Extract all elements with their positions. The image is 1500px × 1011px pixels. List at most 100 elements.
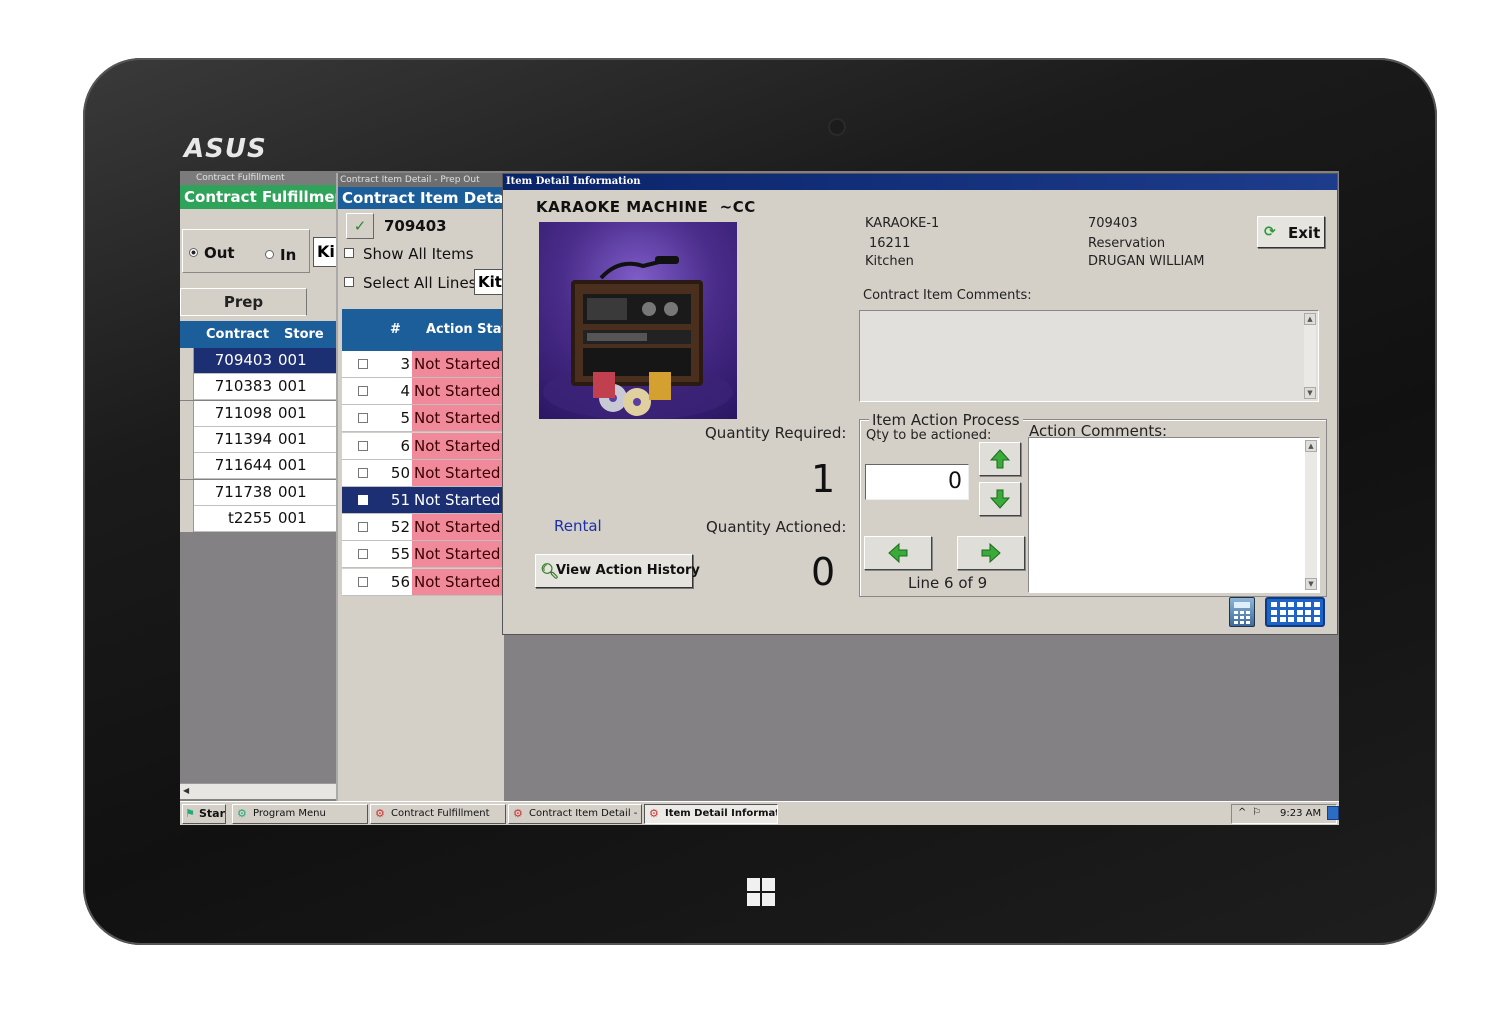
table-row[interactable]: t2255 001	[180, 505, 338, 532]
row-checkbox[interactable]	[358, 522, 368, 533]
line-number-cell: 4	[400, 382, 410, 401]
contract-item-detail-window: Contract Item Detail - Prep Out Contract…	[336, 173, 525, 801]
row-selector[interactable]	[180, 348, 194, 374]
table-row[interactable]: 709403 001	[180, 348, 338, 374]
contract-cell: 710383	[214, 377, 272, 396]
window-title: Item Detail Information	[503, 174, 1337, 190]
row-checkbox[interactable]	[358, 359, 368, 369]
windows-button-icon[interactable]	[747, 878, 775, 906]
row-checkbox[interactable]	[358, 576, 368, 587]
row-selector[interactable]	[180, 426, 194, 453]
qty-to-be-actioned-input[interactable]: 0	[865, 464, 969, 500]
quantity-required-label: Quantity Required:	[705, 424, 847, 442]
action-center-flag-icon[interactable]: ⚐	[1252, 807, 1261, 818]
key-shape	[1313, 602, 1320, 607]
action-comments-field[interactable]: ▲ ▼	[1028, 437, 1320, 593]
table-row[interactable]: 3 Not Started	[342, 351, 506, 378]
contract-cell: 711644	[214, 456, 272, 475]
clock[interactable]: 9:23 AM	[1280, 808, 1321, 819]
location-select[interactable]: Ki	[313, 237, 338, 267]
table-row[interactable]: 711394 001	[180, 426, 338, 453]
contract-number: 709403	[1088, 216, 1138, 231]
row-selector[interactable]	[180, 505, 194, 532]
select-all-lines-checkbox[interactable]: Select All Lines	[344, 274, 476, 292]
item-action-process-label: Item Action Process	[869, 411, 1023, 429]
radio-in[interactable]: In	[265, 246, 296, 264]
grid-header: Contract Store	[180, 321, 338, 348]
increase-qty-button[interactable]	[979, 442, 1021, 476]
table-row[interactable]: 4 Not Started	[342, 378, 506, 406]
contract-item-comments-field[interactable]: ▲ ▼	[859, 310, 1319, 402]
decrease-qty-button[interactable]	[979, 482, 1021, 516]
table-row[interactable]: 52 Not Started	[342, 514, 506, 542]
row-checkbox[interactable]	[358, 440, 368, 451]
window-title: Contract Item Detail - Prep Out	[338, 173, 504, 187]
start-button[interactable]: ⚑ Start	[182, 804, 226, 824]
row-checkbox[interactable]	[358, 413, 368, 424]
column-header[interactable]: Contract	[206, 327, 269, 342]
taskbar-item-contract-fulfillment[interactable]: ⚙ Contract Fulfillment	[370, 804, 506, 824]
app-icon: ⚙	[375, 807, 385, 820]
row-checkbox[interactable]	[358, 467, 368, 478]
taskbar-item-contract-item-detail[interactable]: ⚙Contract Item Detail - Pr...	[508, 804, 642, 824]
contract-fulfillment-window: Contract Fulfillment Contract Fulfillmen…	[180, 171, 338, 799]
action-status-cell: Not Started	[412, 351, 506, 377]
column-header[interactable]: Store	[284, 327, 324, 342]
item-photo	[539, 222, 737, 419]
horizontal-scrollbar[interactable]: ◀	[180, 783, 338, 799]
items-grid: # Action Status 3 Not Started 4 Not Started…	[342, 309, 525, 596]
show-hidden-icons-icon[interactable]: ^	[1238, 807, 1246, 818]
table-row[interactable]: 711098 001	[180, 400, 338, 427]
calculator-icon[interactable]	[1229, 597, 1255, 627]
key-shape	[1271, 609, 1277, 615]
checklist-button[interactable]: ✓	[346, 213, 374, 239]
column-header[interactable]: #	[390, 322, 401, 337]
row-checkbox[interactable]	[358, 495, 368, 505]
previous-line-button[interactable]	[864, 536, 932, 570]
key-shape	[1296, 602, 1303, 607]
next-line-button[interactable]	[957, 536, 1025, 570]
app-icon: ⚙	[513, 807, 523, 820]
key-shape	[1271, 617, 1277, 622]
store-cell: 001	[278, 508, 307, 527]
row-selector[interactable]	[180, 453, 194, 480]
table-row[interactable]: 711644 001	[180, 453, 338, 480]
line-number-cell: 50	[390, 463, 410, 482]
line-number-cell: 3	[400, 355, 410, 373]
keyboard-icon[interactable]	[1265, 597, 1325, 627]
store-cell: 001	[278, 377, 307, 396]
table-row[interactable]: 51 Not Started	[342, 487, 506, 514]
action-status-cell: Not Started	[412, 514, 506, 541]
table-row[interactable]: 50 Not Started	[342, 459, 506, 487]
contract-type: Reservation	[1088, 236, 1166, 251]
table-row[interactable]: 5 Not Started	[342, 405, 506, 433]
row-checkbox[interactable]	[358, 549, 368, 560]
table-row[interactable]: 710383 001	[180, 374, 338, 401]
contract-cell: t2255	[227, 508, 272, 527]
show-all-items-checkbox[interactable]: Show All Items	[344, 245, 474, 263]
table-row[interactable]: 6 Not Started	[342, 432, 506, 460]
exit-button[interactable]: ⟳ Exit	[1257, 216, 1325, 248]
row-selector[interactable]	[180, 400, 194, 427]
table-row[interactable]: 711738 001	[180, 479, 338, 506]
vertical-scrollbar[interactable]: ▲ ▼	[1305, 440, 1317, 590]
scroll-left-icon[interactable]: ◀	[183, 786, 189, 795]
item-category: Kitchen	[865, 254, 914, 269]
row-selector[interactable]	[180, 374, 194, 401]
store-cell: 001	[278, 351, 307, 369]
row-selector[interactable]	[180, 479, 194, 506]
show-desktop-icon[interactable]	[1327, 806, 1339, 820]
item-name: KARAOKE MACHINE ~CC	[536, 198, 756, 216]
vertical-scrollbar[interactable]: ▲ ▼	[1304, 313, 1316, 399]
table-row[interactable]: 56 Not Started	[342, 568, 506, 596]
line-number-cell: 6	[400, 436, 410, 455]
tab-prep[interactable]: Prep	[180, 288, 307, 316]
row-checkbox[interactable]	[358, 386, 368, 397]
view-action-history-button[interactable]: 🔍︎ View Action History	[535, 554, 700, 588]
quantity-actioned-value: 0	[811, 550, 836, 594]
key-shape	[1271, 602, 1277, 607]
table-row[interactable]: 55 Not Started	[342, 541, 506, 569]
taskbar-item-item-detail-information[interactable]: ⚙Item Detail Informati...	[644, 804, 778, 824]
taskbar-item-program-menu[interactable]: ⚙ Program Menu	[232, 804, 368, 824]
radio-out[interactable]: Out	[189, 244, 235, 262]
